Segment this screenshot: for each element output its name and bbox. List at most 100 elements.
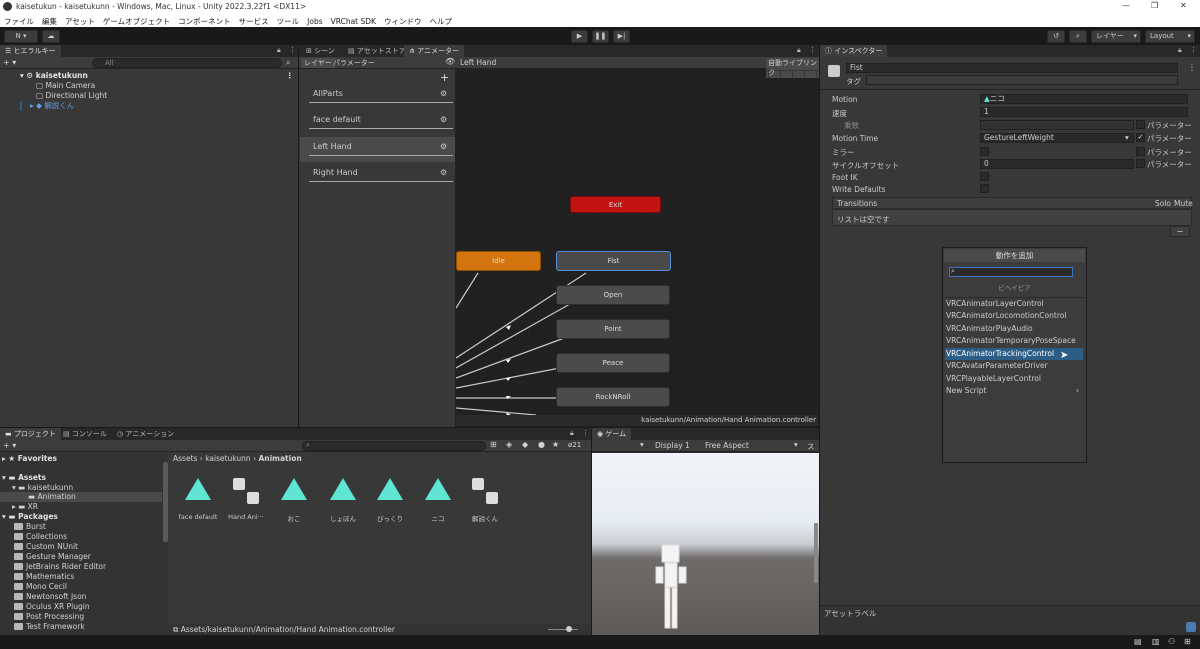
- kebab-menu-icon[interactable]: ⋮: [809, 46, 816, 54]
- account-button[interactable]: N ▾: [4, 30, 38, 43]
- menu-edit[interactable]: 編集: [38, 14, 61, 27]
- zoom-slider[interactable]: [548, 626, 578, 632]
- package-item[interactable]: Newtonsoft Json: [14, 592, 86, 602]
- lock-icon[interactable]: 🔒︎: [277, 46, 281, 55]
- breadcrumb-assets[interactable]: Assets: [173, 454, 197, 463]
- asset-kaisetukun[interactable]: 解説くん: [465, 476, 505, 523]
- state-exit[interactable]: Exit: [570, 196, 661, 213]
- cycle-offset-field[interactable]: 0: [980, 159, 1134, 169]
- tab-layers[interactable]: レイヤー: [301, 58, 335, 68]
- add-layer-button[interactable]: +: [440, 71, 449, 84]
- cache-server-icon[interactable]: ▥: [1152, 637, 1160, 646]
- layers-dropdown[interactable]: レイヤー ▾: [1091, 30, 1141, 43]
- motion-field[interactable]: ▲ニコ: [980, 94, 1188, 104]
- type-filter-icon[interactable]: ◈: [506, 440, 512, 449]
- pause-button[interactable]: ❚❚: [592, 30, 609, 43]
- multiplier-field[interactable]: [980, 120, 1134, 130]
- gear-icon[interactable]: ⚙: [440, 112, 447, 128]
- tag-icon[interactable]: [1186, 622, 1196, 632]
- game-view[interactable]: [592, 453, 819, 635]
- kebab-menu-icon[interactable]: ⋮: [289, 46, 296, 54]
- behaviour-item[interactable]: VRCAnimatorLayerControl: [945, 298, 1083, 310]
- package-item[interactable]: Test Framework: [14, 622, 85, 632]
- state-idle[interactable]: Idle: [456, 251, 541, 271]
- package-item[interactable]: Mathematics: [14, 572, 74, 582]
- state-name-field[interactable]: Fist: [846, 63, 1178, 73]
- menu-help[interactable]: ヘルプ: [425, 14, 456, 27]
- search-options-icon[interactable]: ⌕: [286, 58, 290, 68]
- layer-item-face-default[interactable]: face default ⚙: [309, 112, 453, 129]
- display-dropdown[interactable]: Display 1: [655, 441, 690, 450]
- tab-game[interactable]: ◉ ゲーム: [592, 428, 632, 440]
- minimize-button[interactable]: —: [1122, 1, 1130, 10]
- asset-hand-animation[interactable]: Hand Ani···: [226, 476, 266, 521]
- menu-services[interactable]: サービス: [235, 14, 273, 27]
- lock-icon[interactable]: 🔒︎: [797, 46, 801, 55]
- folder-animation[interactable]: ▬ Animation: [28, 492, 76, 502]
- tab-asset-store[interactable]: ▤ アセットストア: [343, 45, 411, 57]
- behaviour-item[interactable]: VRCPlayableLayerControl: [945, 373, 1083, 385]
- kebab-menu-icon[interactable]: ⋮: [1188, 63, 1196, 72]
- notification-icon[interactable]: ⊞: [1184, 637, 1191, 646]
- tab-animation[interactable]: ◷ アニメーション: [112, 428, 179, 440]
- menu-jobs[interactable]: Jobs: [303, 15, 326, 26]
- state-point[interactable]: Point: [556, 319, 670, 339]
- cycle-param-checkbox[interactable]: [1136, 159, 1145, 168]
- behaviour-item[interactable]: VRCAnimatorPlayAudio: [945, 323, 1083, 335]
- tree-scrollbar[interactable]: [163, 462, 168, 542]
- layout-dropdown[interactable]: Layout ▾: [1145, 30, 1195, 43]
- hierarchy-item-kaisetukun[interactable]: ▸ ◆ 解説くん: [30, 101, 74, 111]
- menu-gameobject[interactable]: ゲームオブジェクト: [99, 14, 174, 27]
- state-peace[interactable]: Peace: [556, 353, 670, 373]
- maximize-button[interactable]: ❐: [1151, 1, 1158, 10]
- package-item[interactable]: JetBrains Rider Editor: [14, 562, 106, 572]
- layer-item-left-hand[interactable]: Left Hand ⚙: [309, 139, 453, 156]
- hierarchy-item-directional-light[interactable]: ▢ Directional Light: [36, 91, 107, 101]
- foot-ik-checkbox[interactable]: [980, 172, 989, 181]
- search-button[interactable]: ⌕: [1069, 30, 1087, 43]
- package-item[interactable]: Burst: [14, 522, 46, 532]
- debug-icon[interactable]: ⚇: [1168, 637, 1175, 646]
- behaviour-item[interactable]: VRCAnimatorLocomotionControl: [945, 310, 1083, 322]
- add-button[interactable]: + ▾: [3, 441, 16, 450]
- tab-animator[interactable]: ⋔ アニメーター: [404, 45, 464, 57]
- folder-xr[interactable]: ▸ ▬ XR: [12, 502, 38, 512]
- profiler-icon[interactable]: ▤: [1134, 637, 1142, 646]
- tab-hierarchy[interactable]: ☰ ヒエラルキー: [0, 45, 61, 57]
- motion-time-param-checkbox[interactable]: ✓: [1136, 133, 1145, 142]
- slider-handle[interactable]: [566, 626, 572, 632]
- step-button[interactable]: ▶|: [613, 30, 630, 43]
- tab-inspector[interactable]: ⓘ インスペクター: [820, 45, 888, 57]
- state-open[interactable]: Open: [556, 285, 670, 305]
- behaviour-item-new-script[interactable]: New Script ›: [945, 385, 1083, 397]
- kebab-menu-icon[interactable]: ⋮: [1190, 46, 1197, 54]
- breadcrumb-kaisetukunn[interactable]: kaisetukunn: [205, 454, 250, 463]
- gear-icon[interactable]: ⚙: [440, 165, 447, 181]
- asset-face-default[interactable]: face default: [178, 478, 218, 521]
- asset-oko[interactable]: おこ: [274, 478, 314, 523]
- mirror-param-checkbox[interactable]: [1136, 147, 1145, 156]
- eye-icon[interactable]: 👁︎: [445, 57, 455, 66]
- chevron-down-icon[interactable]: ▾: [794, 440, 798, 449]
- layer-item-right-hand[interactable]: Right Hand ⚙: [309, 165, 453, 182]
- asset-bikkuri[interactable]: びっくり: [370, 478, 410, 523]
- menu-vrchat-sdk[interactable]: VRChat SDK: [327, 15, 380, 26]
- play-button[interactable]: ▶: [571, 30, 588, 43]
- speed-field[interactable]: 1: [980, 107, 1188, 117]
- menu-component[interactable]: コンポーネント: [174, 14, 235, 27]
- package-item[interactable]: Oculus XR Plugin: [14, 602, 90, 612]
- add-button[interactable]: + ▾: [3, 58, 16, 67]
- tab-scene[interactable]: ⊞ シーン: [301, 45, 340, 57]
- package-item[interactable]: Mono Cecil: [14, 582, 67, 592]
- game-scrollbar[interactable]: [814, 523, 818, 583]
- kebab-menu-icon[interactable]: ⋮: [582, 429, 589, 437]
- scene-row[interactable]: ▾ ⚙ kaisetukunn ⋮: [20, 71, 294, 81]
- state-rocknroll[interactable]: RockNRoll: [556, 387, 670, 407]
- mirror-checkbox[interactable]: [980, 147, 989, 156]
- tag-field[interactable]: [866, 75, 1178, 85]
- star-icon[interactable]: ★: [552, 440, 559, 449]
- aspect-dropdown[interactable]: Free Aspect: [705, 441, 749, 450]
- lock-icon[interactable]: 🔒︎: [570, 429, 574, 438]
- write-defaults-checkbox[interactable]: [980, 184, 989, 193]
- history-button[interactable]: ↺: [1047, 30, 1065, 43]
